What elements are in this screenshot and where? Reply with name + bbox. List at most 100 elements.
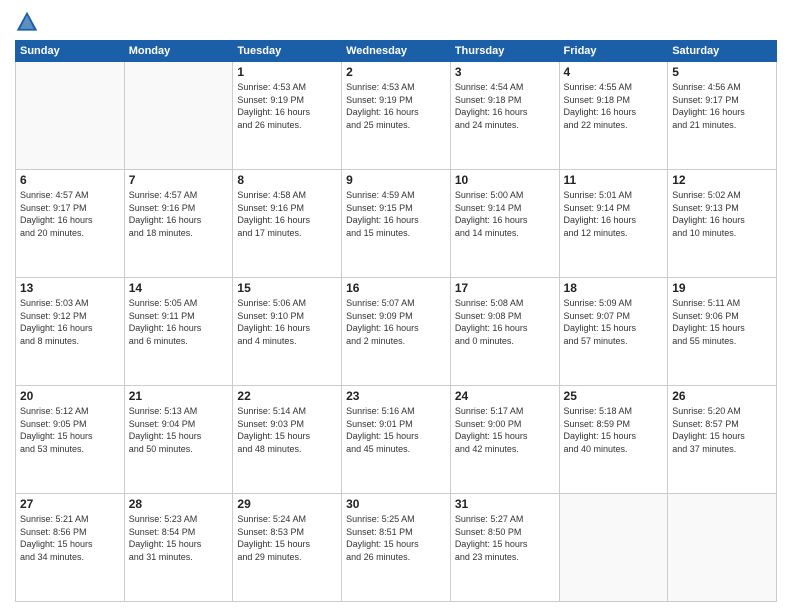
day-cell: 10 Sunrise: 5:00 AM Sunset: 9:14 PM Dayli… — [450, 170, 559, 278]
day-cell: 18 Sunrise: 5:09 AM Sunset: 9:07 PM Dayli… — [559, 278, 668, 386]
day-cell: 21 Sunrise: 5:13 AM Sunset: 9:04 PM Dayli… — [124, 386, 233, 494]
weekday-header-thursday: Thursday — [450, 41, 559, 62]
day-cell: 3 Sunrise: 4:54 AM Sunset: 9:18 PM Daylig… — [450, 62, 559, 170]
day-number: 1 — [237, 65, 337, 79]
day-info: Sunrise: 4:53 AM Sunset: 9:19 PM Dayligh… — [346, 81, 446, 131]
day-cell: 13Sunrise: 5:03 AM Sunset: 9:12 PM Dayli… — [16, 278, 125, 386]
day-info: Sunrise: 5:11 AM Sunset: 9:06 PM Dayligh… — [672, 297, 772, 347]
day-cell: 27 Sunrise: 5:21 AM Sunset: 8:56 PM Dayli… — [16, 494, 125, 602]
day-number: 21 — [129, 389, 229, 403]
day-info: Sunrise: 5:24 AM Sunset: 8:53 PM Dayligh… — [237, 513, 337, 563]
day-cell: 22 Sunrise: 5:14 AM Sunset: 9:03 PM Dayli… — [233, 386, 342, 494]
day-info: Sunrise: 4:56 AM Sunset: 9:17 PM Dayligh… — [672, 81, 772, 131]
day-number: 11 — [564, 173, 664, 187]
day-info: Sunrise: 5:18 AM Sunset: 8:59 PM Dayligh… — [564, 405, 664, 455]
day-number: 16 — [346, 281, 446, 295]
day-cell: 20Sunrise: 5:12 AM Sunset: 9:05 PM Dayli… — [16, 386, 125, 494]
day-number: 26 — [672, 389, 772, 403]
day-info: Sunrise: 4:55 AM Sunset: 9:18 PM Dayligh… — [564, 81, 664, 131]
day-cell: 16 Sunrise: 5:07 AM Sunset: 9:09 PM Dayli… — [342, 278, 451, 386]
day-cell: 28 Sunrise: 5:23 AM Sunset: 8:54 PM Dayli… — [124, 494, 233, 602]
day-cell — [16, 62, 125, 170]
weekday-header-row: SundayMondayTuesdayWednesdayThursdayFrid… — [16, 41, 777, 62]
day-cell: 11 Sunrise: 5:01 AM Sunset: 9:14 PM Dayli… — [559, 170, 668, 278]
day-info: Sunrise: 5:17 AM Sunset: 9:00 PM Dayligh… — [455, 405, 555, 455]
week-row-3: 13Sunrise: 5:03 AM Sunset: 9:12 PM Dayli… — [16, 278, 777, 386]
weekday-header-saturday: Saturday — [668, 41, 777, 62]
day-number: 17 — [455, 281, 555, 295]
day-info: Sunrise: 5:27 AM Sunset: 8:50 PM Dayligh… — [455, 513, 555, 563]
day-number: 12 — [672, 173, 772, 187]
day-info: Sunrise: 4:57 AM Sunset: 9:17 PM Dayligh… — [20, 189, 120, 239]
day-info: Sunrise: 5:00 AM Sunset: 9:14 PM Dayligh… — [455, 189, 555, 239]
day-info: Sunrise: 5:02 AM Sunset: 9:13 PM Dayligh… — [672, 189, 772, 239]
day-cell: 29 Sunrise: 5:24 AM Sunset: 8:53 PM Dayli… — [233, 494, 342, 602]
day-cell: 26 Sunrise: 5:20 AM Sunset: 8:57 PM Dayli… — [668, 386, 777, 494]
day-info: Sunrise: 4:54 AM Sunset: 9:18 PM Dayligh… — [455, 81, 555, 131]
day-number: 4 — [564, 65, 664, 79]
logo-icon — [15, 10, 39, 34]
week-row-4: 20Sunrise: 5:12 AM Sunset: 9:05 PM Dayli… — [16, 386, 777, 494]
day-cell — [124, 62, 233, 170]
day-info: Sunrise: 4:57 AM Sunset: 9:16 PM Dayligh… — [129, 189, 229, 239]
day-number: 7 — [129, 173, 229, 187]
day-number: 3 — [455, 65, 555, 79]
calendar-table: SundayMondayTuesdayWednesdayThursdayFrid… — [15, 40, 777, 602]
day-cell — [668, 494, 777, 602]
day-number: 18 — [564, 281, 664, 295]
day-info: Sunrise: 5:12 AM Sunset: 9:05 PM Dayligh… — [20, 405, 120, 455]
day-info: Sunrise: 5:01 AM Sunset: 9:14 PM Dayligh… — [564, 189, 664, 239]
day-number: 28 — [129, 497, 229, 511]
day-cell: 9 Sunrise: 4:59 AM Sunset: 9:15 PM Daylig… — [342, 170, 451, 278]
day-number: 25 — [564, 389, 664, 403]
day-info: Sunrise: 5:03 AM Sunset: 9:12 PM Dayligh… — [20, 297, 120, 347]
day-cell: 6Sunrise: 4:57 AM Sunset: 9:17 PM Daylig… — [16, 170, 125, 278]
day-number: 2 — [346, 65, 446, 79]
day-cell: 8Sunrise: 4:58 AM Sunset: 9:16 PM Daylig… — [233, 170, 342, 278]
day-number: 19 — [672, 281, 772, 295]
day-info: Sunrise: 5:23 AM Sunset: 8:54 PM Dayligh… — [129, 513, 229, 563]
logo — [15, 10, 43, 34]
day-number: 30 — [346, 497, 446, 511]
day-cell: 17 Sunrise: 5:08 AM Sunset: 9:08 PM Dayli… — [450, 278, 559, 386]
day-number: 31 — [455, 497, 555, 511]
day-cell: 4 Sunrise: 4:55 AM Sunset: 9:18 PM Daylig… — [559, 62, 668, 170]
weekday-header-sunday: Sunday — [16, 41, 125, 62]
day-info: Sunrise: 5:14 AM Sunset: 9:03 PM Dayligh… — [237, 405, 337, 455]
week-row-2: 6Sunrise: 4:57 AM Sunset: 9:17 PM Daylig… — [16, 170, 777, 278]
day-number: 9 — [346, 173, 446, 187]
day-info: Sunrise: 5:09 AM Sunset: 9:07 PM Dayligh… — [564, 297, 664, 347]
day-cell: 12 Sunrise: 5:02 AM Sunset: 9:13 PM Dayli… — [668, 170, 777, 278]
day-number: 5 — [672, 65, 772, 79]
day-info: Sunrise: 4:59 AM Sunset: 9:15 PM Dayligh… — [346, 189, 446, 239]
day-cell: 15Sunrise: 5:06 AM Sunset: 9:10 PM Dayli… — [233, 278, 342, 386]
day-number: 22 — [237, 389, 337, 403]
day-cell: 23Sunrise: 5:16 AM Sunset: 9:01 PM Dayli… — [342, 386, 451, 494]
weekday-header-friday: Friday — [559, 41, 668, 62]
day-info: Sunrise: 5:07 AM Sunset: 9:09 PM Dayligh… — [346, 297, 446, 347]
day-number: 29 — [237, 497, 337, 511]
day-number: 23 — [346, 389, 446, 403]
week-row-1: 1 Sunrise: 4:53 AM Sunset: 9:19 PM Daylig… — [16, 62, 777, 170]
day-cell: 1Sunrise: 4:53 AM Sunset: 9:19 PM Daylig… — [233, 62, 342, 170]
day-info: Sunrise: 5:05 AM Sunset: 9:11 PM Dayligh… — [129, 297, 229, 347]
day-cell: 5 Sunrise: 4:56 AM Sunset: 9:17 PM Daylig… — [668, 62, 777, 170]
day-number: 27 — [20, 497, 120, 511]
page: SundayMondayTuesdayWednesdayThursdayFrid… — [0, 0, 792, 612]
day-cell: 14Sunrise: 5:05 AM Sunset: 9:11 PM Dayli… — [124, 278, 233, 386]
weekday-header-tuesday: Tuesday — [233, 41, 342, 62]
day-cell: 24Sunrise: 5:17 AM Sunset: 9:00 PM Dayli… — [450, 386, 559, 494]
day-cell: 19 Sunrise: 5:11 AM Sunset: 9:06 PM Dayli… — [668, 278, 777, 386]
weekday-header-monday: Monday — [124, 41, 233, 62]
week-row-5: 27 Sunrise: 5:21 AM Sunset: 8:56 PM Dayli… — [16, 494, 777, 602]
weekday-header-wednesday: Wednesday — [342, 41, 451, 62]
day-info: Sunrise: 5:21 AM Sunset: 8:56 PM Dayligh… — [20, 513, 120, 563]
day-info: Sunrise: 5:20 AM Sunset: 8:57 PM Dayligh… — [672, 405, 772, 455]
day-number: 15 — [237, 281, 337, 295]
day-info: Sunrise: 5:08 AM Sunset: 9:08 PM Dayligh… — [455, 297, 555, 347]
day-cell — [559, 494, 668, 602]
day-info: Sunrise: 5:13 AM Sunset: 9:04 PM Dayligh… — [129, 405, 229, 455]
day-number: 10 — [455, 173, 555, 187]
day-number: 8 — [237, 173, 337, 187]
day-info: Sunrise: 5:25 AM Sunset: 8:51 PM Dayligh… — [346, 513, 446, 563]
